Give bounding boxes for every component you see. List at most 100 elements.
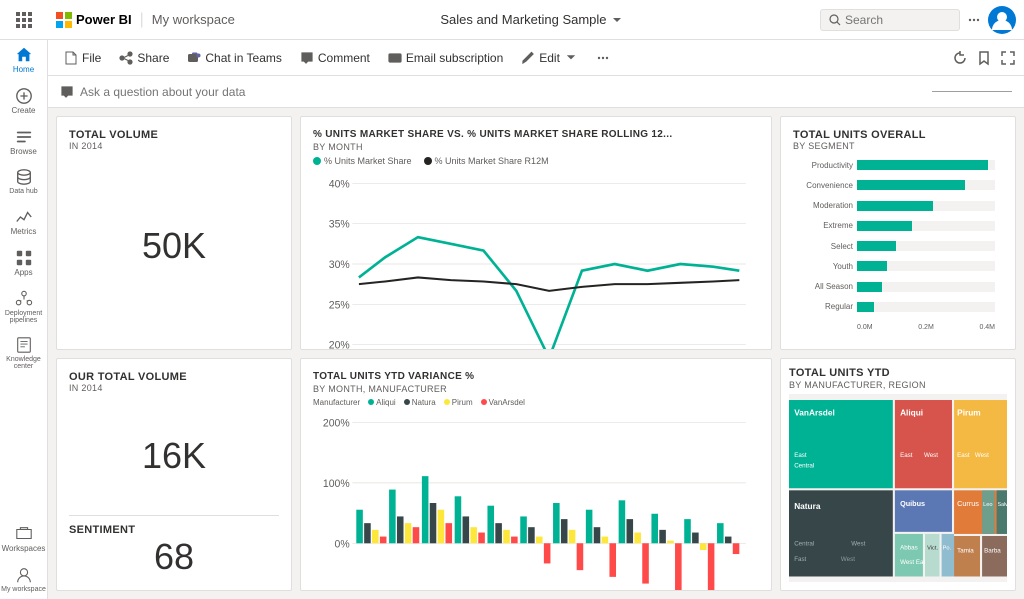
sidebar-item-apps[interactable]: Apps — [0, 243, 48, 284]
report-title-area: Sales and Marketing Sample — [247, 12, 816, 27]
svg-text:Currus: Currus — [957, 498, 979, 507]
report-title: Sales and Marketing Sample — [440, 12, 606, 27]
svg-text:Abbas: Abbas — [900, 544, 918, 551]
search-input[interactable] — [845, 13, 945, 27]
comment-button[interactable]: Comment — [292, 47, 378, 69]
svg-text:West: West — [841, 555, 855, 562]
qa-input[interactable] — [80, 85, 922, 99]
ytd-variance-subtitle: BY MONTH, MANUFACTURER — [313, 384, 759, 394]
svg-text:East: East — [794, 452, 807, 459]
sidebar-item-deployment[interactable]: Deployment pipelines — [0, 284, 48, 330]
our-total-volume-title: Our Total Volume — [69, 371, 279, 383]
refresh-icon[interactable] — [952, 50, 968, 66]
edit-button[interactable]: Edit — [513, 47, 586, 69]
line-chart-area: 40% 35% 30% 25% 20% Jan 14 Feb 14 Mar 14… — [313, 170, 759, 350]
x-axis-labels: 0.0M0.2M0.4M — [793, 324, 995, 331]
product-name: Power BI — [76, 12, 132, 27]
card-our-total-volume: Our Total Volume IN 2014 16K Sentiment 6… — [56, 358, 292, 592]
svg-text:Central: Central — [794, 540, 814, 547]
legend-item-r12m: % Units Market Share R12M — [424, 156, 549, 166]
teams-icon — [187, 51, 201, 65]
svg-text:West East: West East — [900, 559, 928, 566]
treemap-svg: VanArsdel Aliqui Pirum East Central East… — [789, 394, 1007, 583]
total-units-ytd-title: Total Units YTD — [789, 367, 1007, 379]
sidebar-item-datahub[interactable]: Data hub — [0, 162, 48, 202]
units-market-share-title: % Units Market Share vs. % Units Market … — [313, 129, 759, 140]
bookmark-icon[interactable] — [976, 50, 992, 66]
ellipsis-icon — [596, 51, 610, 65]
sentiment-section: Sentiment 68 — [69, 515, 279, 578]
search-box[interactable] — [820, 9, 960, 31]
card-total-volume: Total Volume IN 2014 50K — [56, 116, 292, 350]
sidebar-item-metrics[interactable]: Metrics — [0, 202, 48, 243]
more-options-icon[interactable] — [966, 12, 982, 28]
bar-row-regular: Regular — [793, 302, 995, 312]
user-avatar[interactable] — [988, 6, 1016, 34]
svg-text:40%: 40% — [329, 178, 351, 190]
bar-row-productivity: Productivity — [793, 160, 995, 170]
sidebar-item-knowledge[interactable]: Knowledge center — [0, 330, 48, 376]
svg-text:100%: 100% — [323, 477, 350, 489]
svg-text:200%: 200% — [323, 417, 350, 429]
total-units-ytd-subtitle: BY MANUFACTURER, REGION — [789, 380, 1007, 390]
sidebar-item-workspaces[interactable]: Workspaces — [0, 519, 48, 560]
total-volume-title: Total Volume — [69, 129, 279, 141]
total-volume-value: 50K — [69, 155, 279, 337]
line-chart-svg: 40% 35% 30% 25% 20% Jan 14 Feb 14 Mar 14… — [313, 170, 759, 350]
svg-text:20%: 20% — [329, 340, 351, 350]
more-toolbar-button[interactable] — [588, 47, 618, 69]
svg-text:Aliqui: Aliqui — [900, 407, 923, 417]
bar-row-allseason: All Season — [793, 282, 995, 292]
bar-row-youth: Youth — [793, 261, 995, 271]
bar-row-moderation: Moderation — [793, 201, 995, 211]
svg-text:30%: 30% — [329, 259, 351, 271]
share-icon — [119, 51, 133, 65]
sentiment-title: Sentiment — [69, 524, 279, 536]
legend-dot-market-share — [313, 157, 321, 165]
app-logo: Power BI | My workspace — [56, 11, 235, 29]
svg-text:35%: 35% — [329, 219, 351, 231]
svg-text:Barba: Barba — [984, 547, 1001, 554]
email-subscription-button[interactable]: Email subscription — [380, 47, 511, 69]
dashboard: Total Volume IN 2014 50K % Units Market … — [48, 108, 1024, 599]
file-icon — [64, 51, 78, 65]
sidebar-item-browse[interactable]: Browse — [0, 122, 48, 163]
sidebar-item-home[interactable]: Home — [0, 40, 48, 81]
sidebar-item-create[interactable]: Create — [0, 81, 48, 122]
share-button[interactable]: Share — [111, 47, 177, 69]
apps-grid-icon[interactable] — [16, 12, 32, 28]
bar-chart-area: Productivity Convenience Moderation Extr… — [793, 155, 1003, 337]
multibar-svg: 200% 100% 0% -100% — [313, 409, 759, 592]
legend-dot-r12m — [424, 157, 432, 165]
treemap-area: VanArsdel Aliqui Pirum East Central East… — [789, 394, 1007, 583]
card-units-market-share: % Units Market Share vs. % Units Market … — [300, 116, 772, 350]
svg-text:East: East — [957, 452, 970, 459]
ytd-variance-title: Total Units YTD Variance % — [313, 371, 759, 382]
legend-aliqui: Aliqui — [368, 398, 396, 407]
svg-text:Vict.: Vict. — [927, 545, 938, 551]
fullscreen-icon[interactable] — [1000, 50, 1016, 66]
our-total-volume-subtitle: IN 2014 — [69, 383, 279, 393]
chat-in-teams-button[interactable]: Chat in Teams — [179, 47, 289, 69]
svg-text:West: West — [851, 540, 865, 547]
svg-text:East: East — [900, 452, 913, 459]
sidebar-item-myworkspace[interactable]: My workspace — [0, 560, 48, 599]
card-total-units-overall: Total Units Overall BY SEGMENT Productiv… — [780, 116, 1016, 350]
svg-text:Tamia: Tamia — [957, 547, 974, 554]
main-area: Power BI | My workspace Sales and Market… — [48, 0, 1024, 599]
microsoft-logo — [56, 12, 72, 28]
edit-icon — [521, 51, 535, 65]
sidebar: Home Create Browse Data hub Metrics Apps… — [0, 0, 48, 599]
total-volume-subtitle: IN 2014 — [69, 141, 279, 151]
dropdown-icon[interactable] — [611, 14, 623, 26]
svg-text:Natura: Natura — [794, 501, 821, 511]
workspace-label[interactable]: My workspace — [152, 12, 235, 27]
multibar-legend: Manufacturer Aliqui Natura Pirum VanArsd… — [313, 398, 759, 407]
edit-dropdown-icon — [564, 51, 578, 65]
svg-text:Quibus: Quibus — [900, 498, 925, 507]
svg-text:West: West — [924, 452, 938, 459]
svg-text:Po.: Po. — [943, 545, 952, 551]
top-bar-actions — [820, 6, 1016, 34]
file-button[interactable]: File — [56, 47, 109, 69]
legend-item-market-share: % Units Market Share — [313, 156, 412, 166]
